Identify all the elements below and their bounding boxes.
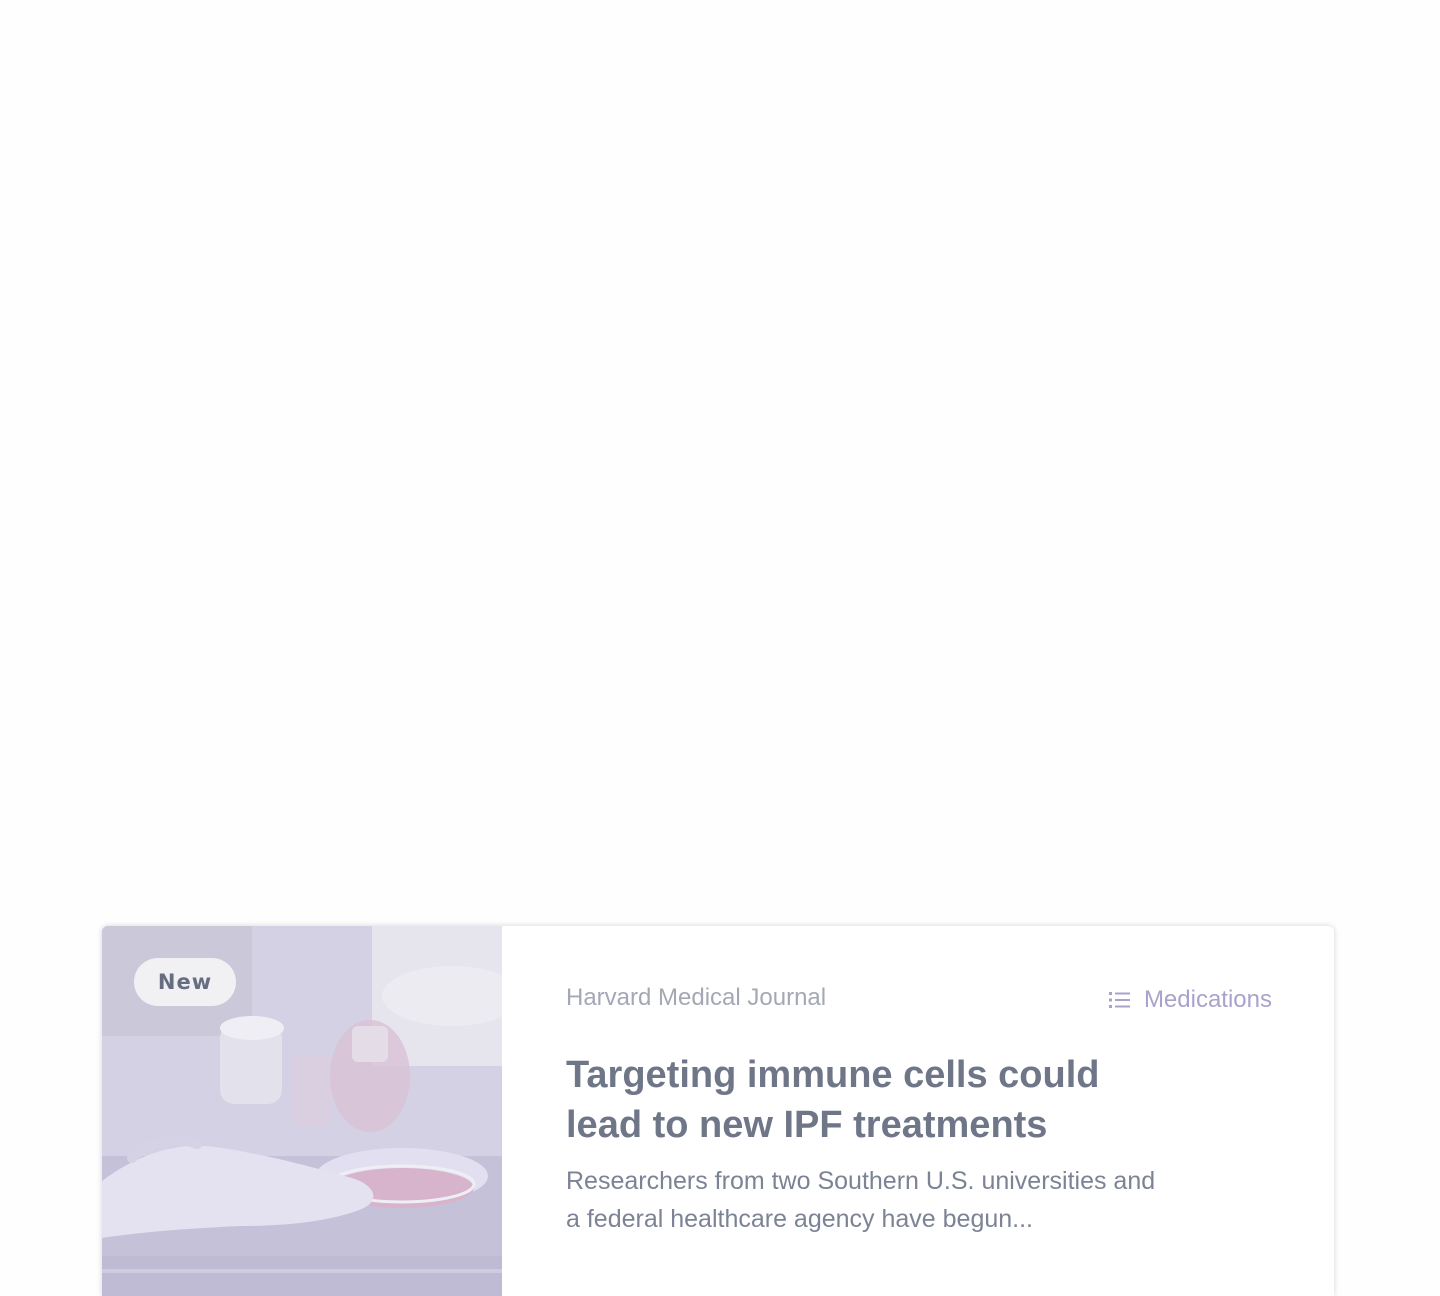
article-image: New <box>102 926 502 1296</box>
category-label: Medications <box>1143 986 1272 1013</box>
article-excerpt: Researchers from two Southern U.S. unive… <box>566 1167 1156 1233</box>
list-icon <box>1108 990 1132 1010</box>
article-body: Harvard Medical Journal Medications Targ… <box>566 926 1334 1296</box>
category-link[interactable]: Medications <box>1108 986 1272 1014</box>
new-badge: New <box>134 958 236 1006</box>
page: New Harvard Medical Journal Medications <box>0 0 1440 1296</box>
article-source: Harvard Medical Journal <box>566 984 827 1011</box>
article-title[interactable]: Targeting immune cells could lead to new… <box>566 1050 1166 1150</box>
article-card[interactable]: New Harvard Medical Journal Medications <box>102 926 1334 1296</box>
